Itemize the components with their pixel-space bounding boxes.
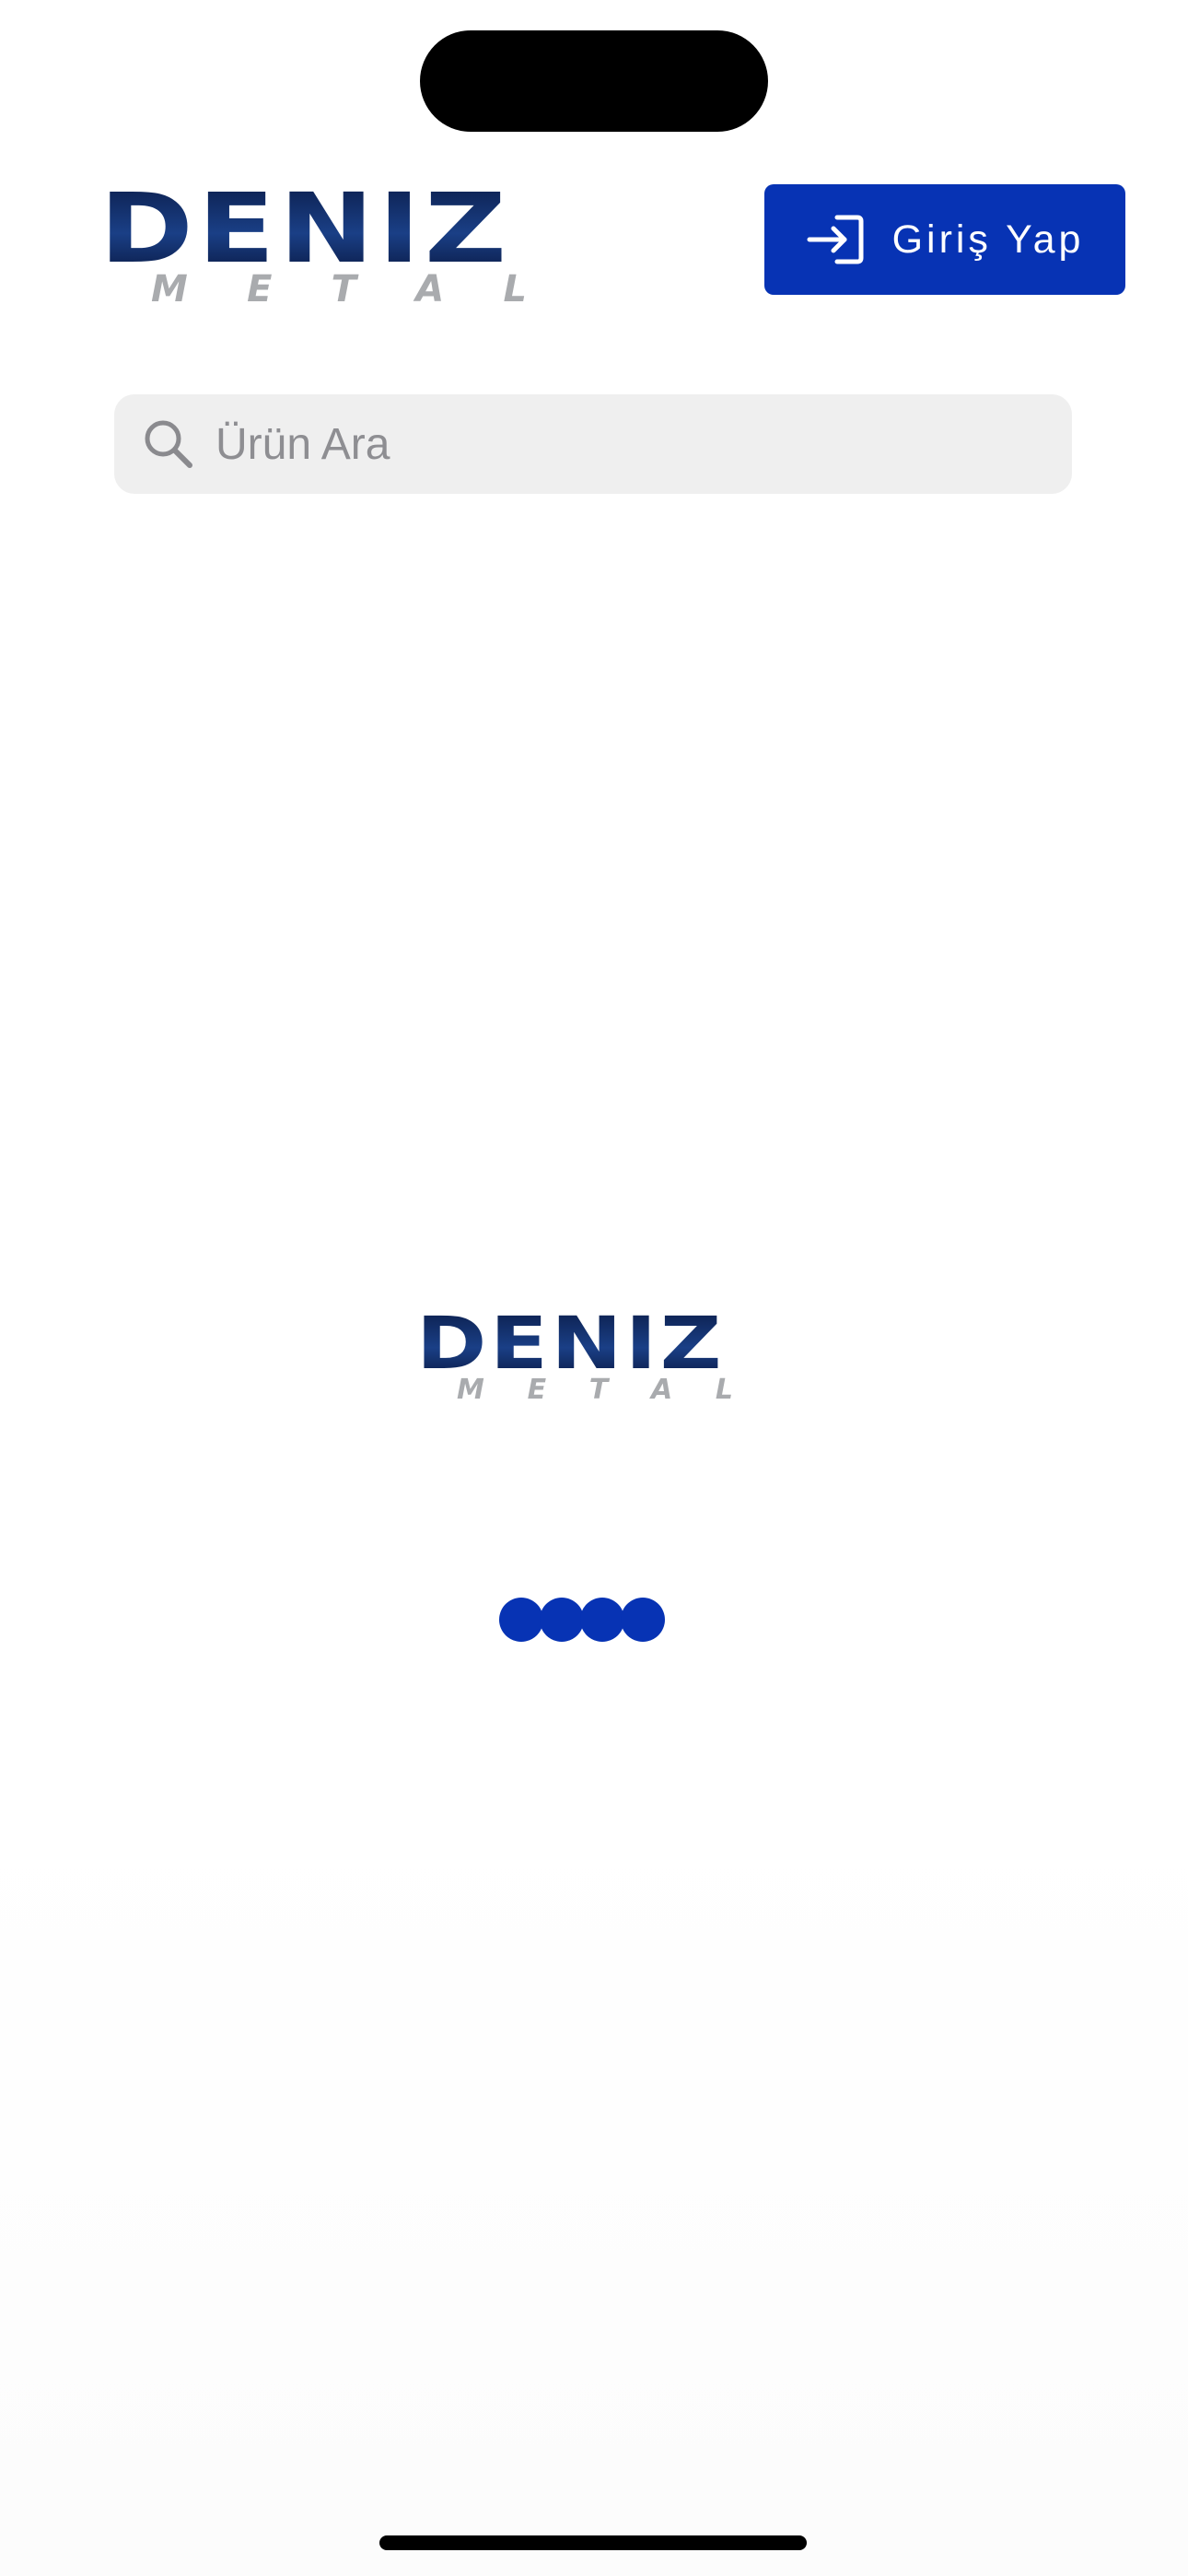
loading-dot [499,1598,543,1642]
logo-wordmark: DENIZ [99,181,577,276]
home-indicator[interactable] [379,2535,807,2550]
header-logo: DENIZ M E T A L [99,181,578,308]
login-button[interactable]: Giriş Yap [764,184,1125,295]
search-input[interactable] [214,406,1046,482]
login-button-label: Giriş Yap [891,217,1085,262]
logo-wordmark: DENIZ [416,1308,775,1380]
login-arrow-icon [806,212,865,267]
loading-indicator [499,1598,665,1642]
loading-dot [580,1598,624,1642]
search-bar[interactable] [114,394,1072,494]
search-icon [136,412,201,476]
loading-dot [540,1598,584,1642]
loading-dot [621,1598,665,1642]
app-screen: DENIZ M E T A L Giriş Yap Ürün Ara DENIZ… [0,0,1188,2576]
loading-logo: DENIZ M E T A L [416,1308,775,1404]
dynamic-island [420,30,768,132]
